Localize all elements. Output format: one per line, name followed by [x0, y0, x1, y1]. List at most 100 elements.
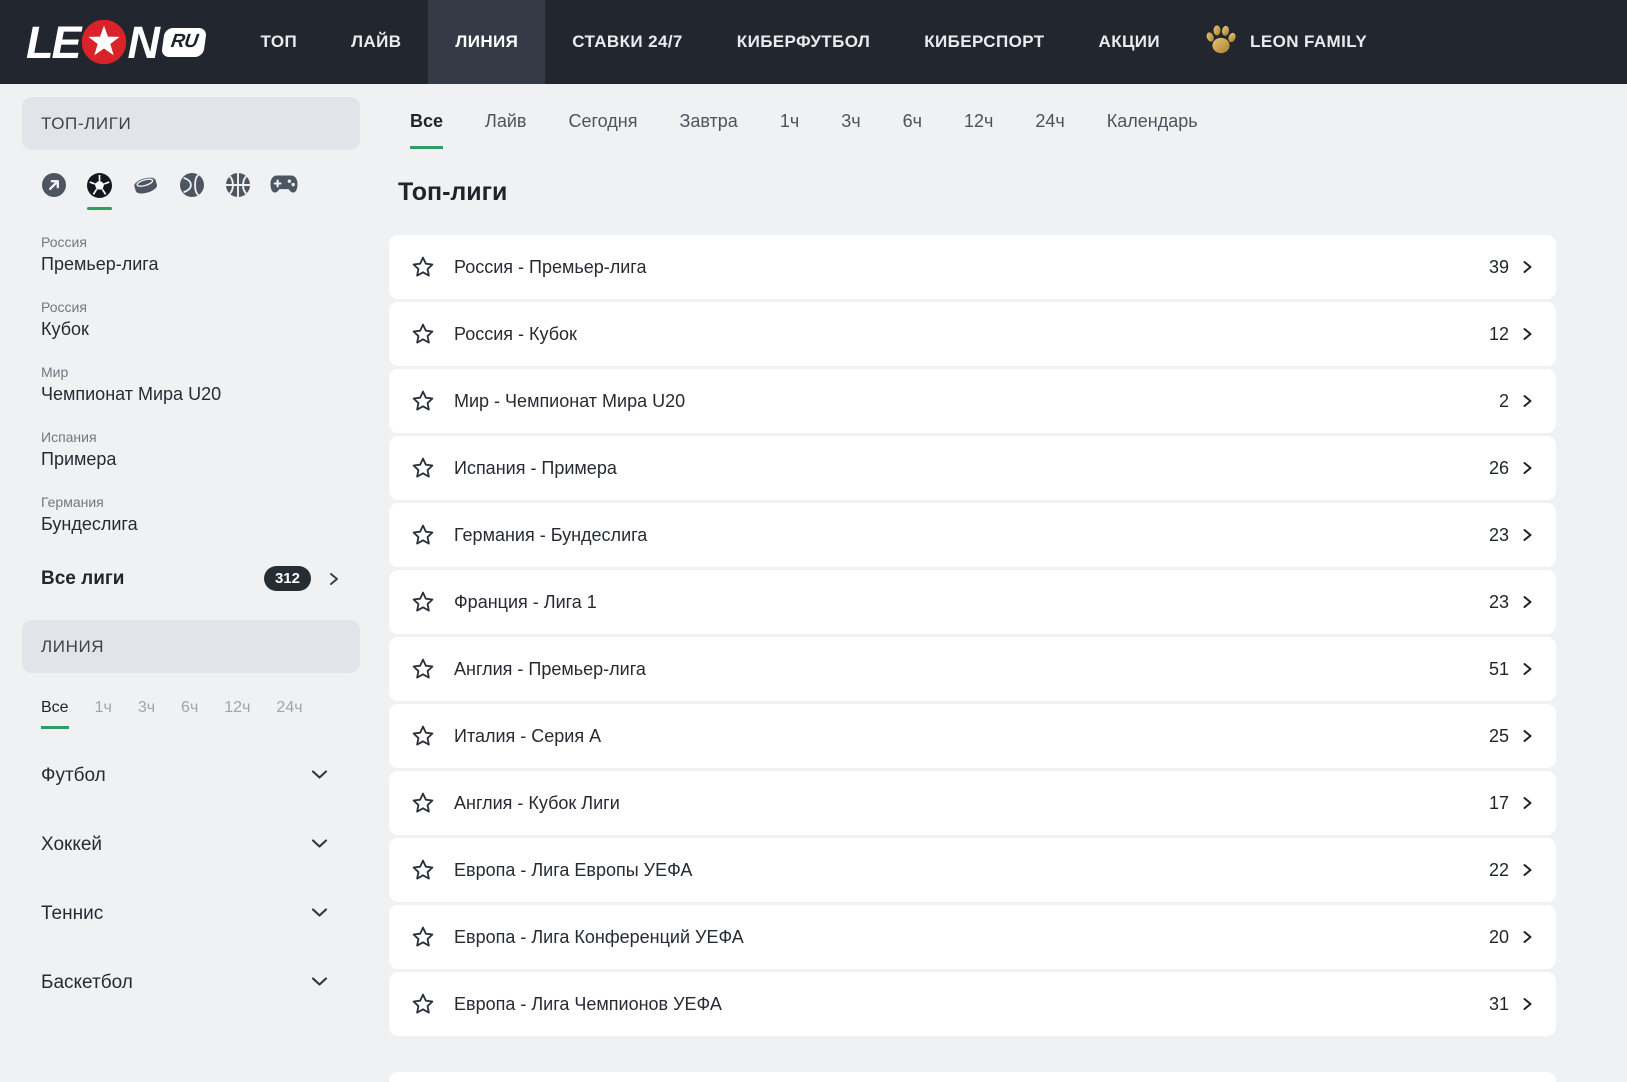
league-row[interactable]: Россия - Премьер-лига 39	[389, 235, 1556, 299]
favorite-star-icon[interactable]	[411, 590, 435, 614]
nav-item[interactable]: КИБЕРФУТБОЛ	[710, 0, 897, 84]
league-name-label: Премьер-лига	[41, 254, 360, 275]
time-filter[interactable]: Все	[41, 699, 69, 729]
league-name: Мир - Чемпионат Мира U20	[454, 391, 1499, 412]
period-tabs: Все Лайв Сегодня Завтра 1ч 3ч 6ч 12ч 24ч…	[410, 111, 1627, 149]
top-nav-bar: LE N RU ТОП ЛАЙВ ЛИНИЯ СТАВКИ 24/7 КИБЕР…	[0, 0, 1627, 84]
favorite-star-icon[interactable]	[411, 322, 435, 346]
period-tab[interactable]: 3ч	[841, 111, 860, 149]
sport-label: Хоккей	[41, 834, 102, 856]
esports-icon[interactable]	[270, 172, 297, 210]
period-tab[interactable]: 1ч	[780, 111, 799, 149]
sidebar: ТОП-ЛИГИ	[0, 84, 385, 1082]
period-tab[interactable]: 6ч	[903, 111, 922, 149]
league-row[interactable]: Испания - Примера 26	[389, 436, 1556, 500]
league-name: Англия - Премьер-лига	[454, 659, 1489, 680]
nav-item[interactable]: ЛАЙВ	[324, 0, 428, 84]
league-row[interactable]: Франция - Лига 1 23	[389, 570, 1556, 634]
league-name-label: Бундеслига	[41, 514, 360, 535]
league-row[interactable]: Англия - Кубок Лиги 17	[389, 771, 1556, 835]
period-tab[interactable]: Все	[410, 111, 443, 149]
main-content: Все Лайв Сегодня Завтра 1ч 3ч 6ч 12ч 24ч…	[385, 84, 1627, 1082]
period-tab[interactable]: Календарь	[1107, 111, 1198, 149]
period-tab[interactable]: 12ч	[964, 111, 993, 149]
league-row[interactable]: Германия - Бундеслига 23	[389, 503, 1556, 567]
sport-icon-row	[40, 172, 360, 210]
chevron-right-icon	[1521, 326, 1534, 342]
sidebar-league-item[interactable]: Россия Кубок	[41, 299, 360, 340]
sidebar-league-item[interactable]: Германия Бундеслига	[41, 494, 360, 535]
nav-item[interactable]: АКЦИИ	[1072, 0, 1188, 84]
chevron-right-icon	[1521, 661, 1534, 677]
league-event-count: 23	[1489, 525, 1509, 546]
nav-item[interactable]: ЛИНИЯ	[428, 0, 545, 84]
time-filter[interactable]: 24ч	[276, 699, 302, 729]
league-name: Англия - Кубок Лиги	[454, 793, 1489, 814]
league-row[interactable]: Италия - Серия А 25	[389, 704, 1556, 768]
favorite-star-icon[interactable]	[411, 389, 435, 413]
league-row[interactable]: Мир - Чемпионат Мира U20 2	[389, 369, 1556, 433]
all-leagues-link[interactable]: Все лиги 312	[41, 566, 341, 591]
sidebar-league-item[interactable]: Россия Премьер-лига	[41, 234, 360, 275]
league-name-label: Чемпионат Мира U20	[41, 384, 360, 405]
all-leagues-count-badge: 312	[264, 566, 311, 591]
league-row[interactable]: Россия - Кубок 12	[389, 302, 1556, 366]
favorite-star-icon[interactable]	[411, 724, 435, 748]
nav-item[interactable]: СТАВКИ 24/7	[545, 0, 710, 84]
tennis-icon[interactable]	[178, 172, 205, 210]
nav-item[interactable]: ТОП	[233, 0, 324, 84]
time-filter[interactable]: 12ч	[224, 699, 250, 729]
league-name: Испания - Примера	[454, 458, 1489, 479]
sidebar-sport-item[interactable]: Баскетбол	[41, 948, 328, 1017]
sidebar-league-item[interactable]: Мир Чемпионат Мира U20	[41, 364, 360, 405]
time-filter[interactable]: 6ч	[181, 699, 198, 729]
league-event-count: 51	[1489, 659, 1509, 680]
league-name: Германия - Бундеслига	[454, 525, 1489, 546]
nav-item[interactable]: КИБЕРСПОРТ	[897, 0, 1071, 84]
league-event-count: 23	[1489, 592, 1509, 613]
favorite-star-icon[interactable]	[411, 523, 435, 547]
football-icon[interactable]	[86, 172, 113, 210]
favorite-star-icon[interactable]	[411, 925, 435, 949]
chevron-down-icon	[311, 974, 328, 992]
period-tab[interactable]: Сегодня	[568, 111, 637, 149]
sidebar-sport-item[interactable]: Хоккей	[41, 810, 328, 879]
favorite-star-icon[interactable]	[411, 456, 435, 480]
period-tab[interactable]: Лайв	[485, 111, 526, 149]
favorite-star-icon[interactable]	[411, 858, 435, 882]
time-filter[interactable]: 3ч	[138, 699, 155, 729]
time-filter[interactable]: 1ч	[95, 699, 112, 729]
favorite-star-icon[interactable]	[411, 992, 435, 1016]
favorite-star-icon[interactable]	[411, 791, 435, 815]
sidebar-sport-item[interactable]: Футбол	[41, 741, 328, 810]
favorite-star-icon[interactable]	[411, 657, 435, 681]
league-event-count: 31	[1489, 994, 1509, 1015]
league-row[interactable]: Европа - Лига Европы УЕФА 22	[389, 838, 1556, 902]
chevron-down-icon	[311, 905, 328, 923]
league-name: Италия - Серия А	[454, 726, 1489, 747]
chevron-right-icon	[1521, 594, 1534, 610]
sidebar-sport-item[interactable]: Теннис	[41, 879, 328, 948]
page-title: Топ-лиги	[398, 178, 1627, 207]
all-leagues-label: Все лиги	[41, 568, 264, 590]
chevron-right-icon	[1521, 393, 1534, 409]
league-row[interactable]: Европа - Лига Конференций УЕФА 20	[389, 905, 1556, 969]
sidebar-league-item[interactable]: Испания Примера	[41, 429, 360, 470]
league-name: Европа - Лига Конференций УЕФА	[454, 927, 1489, 948]
top-icon[interactable]	[40, 172, 67, 210]
hockey-icon[interactable]	[132, 172, 159, 210]
main-nav: ТОП ЛАЙВ ЛИНИЯ СТАВКИ 24/7 КИБЕРФУТБОЛ К…	[233, 0, 1187, 84]
league-event-count: 2	[1499, 391, 1509, 412]
favorite-star-icon[interactable]	[411, 255, 435, 279]
league-row[interactable]: Европа - Лига Чемпионов УЕФА 31	[389, 972, 1556, 1036]
league-row[interactable]: Англия - Премьер-лига 51	[389, 637, 1556, 701]
period-tab[interactable]: Завтра	[679, 111, 737, 149]
soccer-ball-logo-icon	[81, 19, 127, 65]
league-event-count: 25	[1489, 726, 1509, 747]
basketball-icon[interactable]	[224, 172, 251, 210]
leon-family-link[interactable]: LEON FAMILY	[1203, 0, 1367, 84]
chevron-right-icon	[1521, 259, 1534, 275]
period-tab[interactable]: 24ч	[1035, 111, 1064, 149]
leon-logo[interactable]: LE N RU	[26, 0, 205, 84]
league-name-label: Примера	[41, 449, 360, 470]
